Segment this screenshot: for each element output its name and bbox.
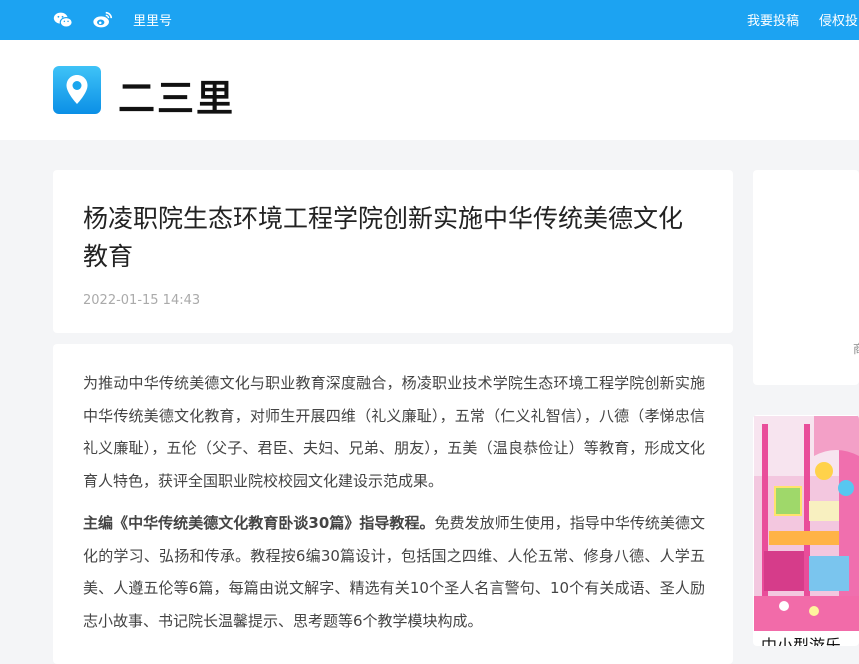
sidebar-text-fragment: 商 (853, 340, 859, 357)
site-logo[interactable] (53, 66, 101, 114)
article-date: 2022-01-15 14:43 (83, 293, 201, 308)
article-title-card: 杨凌职院生态环境工程学院创新实施中华传统美德文化教育 2022-01-15 14… (53, 170, 733, 333)
ad-caption[interactable]: 中小型游乐 (761, 632, 841, 646)
paragraph-bold-lead: 主编《中华传统美德文化教育卧谈30篇》指导教程。 (83, 514, 435, 532)
article-paragraph-2: 主编《中华传统美德文化教育卧谈30篇》指导教程。免费发放师生使用，指导中华传统美… (83, 507, 705, 637)
sidebar-card: 商 (753, 170, 859, 385)
article-paragraph-1: 为推动中华传统美德文化与职业教育深度融合，杨凌职业技术学院生态环境工程学院创新实… (83, 374, 705, 490)
playground-ad-image[interactable] (754, 416, 859, 631)
brand-link[interactable]: 里里号 (133, 10, 172, 29)
submit-article-link[interactable]: 我要投稿 (747, 10, 799, 29)
site-name[interactable]: 二三里 (118, 68, 235, 122)
article-title: 杨凌职院生态环境工程学院创新实施中华传统美德文化教育 (83, 204, 684, 271)
sidebar-ad-card[interactable]: 中小型游乐 (753, 415, 859, 646)
top-bar: 里里号 我要投稿 侵权投 (0, 0, 859, 40)
article-body-card: 为推动中华传统美德文化与职业教育深度融合，杨凌职业技术学院生态环境工程学院创新实… (53, 344, 733, 664)
site-header: 二三里 (0, 40, 859, 140)
location-pin-icon (66, 75, 88, 104)
weibo-icon[interactable] (92, 9, 114, 31)
wechat-icon[interactable] (52, 9, 74, 31)
report-infringement-link[interactable]: 侵权投 (819, 10, 858, 29)
